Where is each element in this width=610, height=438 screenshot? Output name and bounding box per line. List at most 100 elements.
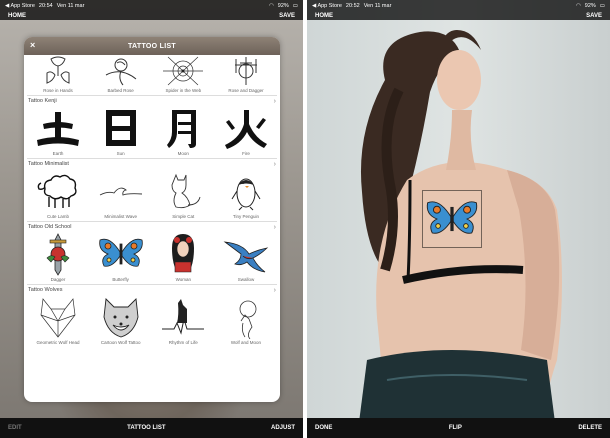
tattoo-item[interactable]: Simple Cat <box>152 169 214 221</box>
tattoo-row: Earth Sun Moon Fire <box>24 106 280 158</box>
kanji-sun-icon <box>105 110 136 146</box>
home-button[interactable]: HOME <box>8 13 26 19</box>
tattoo-item[interactable]: Tiny Penguin <box>215 169 277 221</box>
tattoo-row: Rose in Hands Barbed Rose Spider in the … <box>24 55 280 95</box>
status-bar: ◀ App Store 20:52 Ven 11 mar ◠ 92% ▭ <box>307 0 610 11</box>
tattoo-label: Wolf and Moon <box>230 340 262 345</box>
category-header-wolves[interactable]: Tattoo Wolves › <box>24 285 280 295</box>
status-time: 20:52 <box>345 2 360 9</box>
tattoo-item[interactable]: Dagger <box>27 232 89 284</box>
tattoo-label: Rose and Dagger <box>228 88 264 93</box>
chevron-right-icon: › <box>273 160 276 168</box>
butterfly-icon <box>98 238 143 267</box>
done-button[interactable]: DONE <box>315 425 332 431</box>
chevron-right-icon: › <box>273 97 276 105</box>
chevron-right-icon: › <box>273 223 276 231</box>
tattoo-list-panel: × TATTOO LIST Rose in Hands Barbed Rose … <box>24 37 280 402</box>
tattoo-label: Minimalist Wave <box>104 214 137 219</box>
tattoo-item[interactable]: Spider in the Web <box>152 55 214 95</box>
right-screen: ◀ App Store 20:52 Ven 11 mar ◠ 92% ▭ HOME SA… <box>307 0 610 438</box>
tattoo-item[interactable]: Fire <box>215 106 277 158</box>
back-to-app-store[interactable]: ◀ App Store <box>5 3 35 9</box>
tattoo-item[interactable]: Sun <box>90 106 152 158</box>
tattoo-label: Rhythm of Life <box>168 340 198 345</box>
rose-in-hands-icon <box>46 56 70 84</box>
status-date: Ven 11 mar <box>56 2 85 9</box>
top-bar: HOME SAVE <box>0 11 303 20</box>
tattoo-item[interactable]: Rose and Dagger <box>215 55 277 95</box>
tattoo-item[interactable]: Swallow <box>215 232 277 284</box>
save-button[interactable]: SAVE <box>279 13 295 19</box>
tattoo-overlay[interactable] <box>422 190 482 248</box>
tattoo-item[interactable]: Earth <box>27 106 89 158</box>
panel-header: × TATTOO LIST <box>24 37 280 55</box>
tattoo-label: Fire <box>242 151 250 156</box>
category-header-kenji[interactable]: Tattoo Kenji › <box>24 96 280 106</box>
tattoo-label: Barbed Rose <box>107 88 134 93</box>
tattoo-item[interactable]: Woman <box>152 232 214 284</box>
tattoo-label: Dagger <box>50 277 66 282</box>
tattoo-item[interactable]: Minimalist Wave <box>90 169 152 221</box>
adjust-button[interactable]: ADJUST <box>271 425 295 431</box>
tattoo-label: Spider in the Web <box>165 88 202 93</box>
category-header-old-school[interactable]: Tattoo Old School › <box>24 222 280 232</box>
save-button[interactable]: SAVE <box>586 13 602 19</box>
woman-icon <box>172 234 195 273</box>
tattoo-item[interactable]: Rose in Hands <box>27 55 89 95</box>
wifi-icon: ◠ <box>575 2 581 9</box>
tattoo-item[interactable]: Moon <box>152 106 214 158</box>
wave-icon <box>99 187 142 196</box>
battery-icon: ▭ <box>292 2 298 9</box>
left-screen: ◀ App Store 20:54 Ven 11 mar ◠ 92% ▭ HOME SA… <box>0 0 303 438</box>
tattoo-list-button[interactable]: TATTOO LIST <box>127 425 165 431</box>
tattoo-row: Cute Lamb Minimalist Wave Simple Cat Tin… <box>24 169 280 221</box>
tattoo-label: Cartoon Wolf Tattoo <box>100 340 141 345</box>
home-button[interactable]: HOME <box>315 13 333 19</box>
penguin-icon <box>231 178 261 211</box>
kanji-moon-icon <box>167 110 197 148</box>
spider-web-icon <box>163 56 204 86</box>
lamb-icon <box>37 174 77 208</box>
tattoo-item[interactable]: Cute Lamb <box>27 169 89 221</box>
tattoo-row: Dagger Butterfly Woman Swallow <box>24 232 280 284</box>
cartoon-wolf-icon <box>103 298 139 338</box>
flip-button[interactable]: FLIP <box>449 425 462 431</box>
tattoo-item[interactable]: Geometric Wolf Head <box>27 295 89 347</box>
tattoo-label: Earth <box>52 151 64 156</box>
delete-button[interactable]: DELETE <box>578 425 602 431</box>
rose-and-dagger-icon <box>234 57 257 85</box>
tattoo-item[interactable]: Cartoon Wolf Tattoo <box>90 295 152 347</box>
wifi-icon: ◠ <box>268 2 274 9</box>
battery-level: 92% <box>277 2 289 9</box>
chevron-right-icon: › <box>273 286 276 294</box>
tattoo-label: Simple Cat <box>172 214 195 219</box>
tattoo-label: Swallow <box>237 277 255 282</box>
category-header-minimalist[interactable]: Tattoo Minimalist › <box>24 159 280 169</box>
battery-level: 92% <box>584 2 596 9</box>
tattoo-item[interactable]: Butterfly <box>90 232 152 284</box>
back-to-app-store[interactable]: ◀ App Store <box>312 3 342 9</box>
model-photo <box>307 0 610 438</box>
geometric-wolf-icon <box>40 298 76 338</box>
tattoo-item[interactable]: Barbed Rose <box>90 55 152 95</box>
tattoo-label: Geometric Wolf Head <box>36 340 80 345</box>
tattoo-label: Woman <box>175 277 192 282</box>
top-bar: HOME SAVE <box>307 11 610 20</box>
status-bar: ◀ App Store 20:54 Ven 11 mar ◠ 92% ▭ <box>0 0 303 11</box>
dagger-rose-icon <box>46 233 70 276</box>
kanji-fire-icon <box>224 110 267 149</box>
edit-button[interactable]: EDIT <box>8 425 22 431</box>
close-icon[interactable]: × <box>30 40 36 50</box>
category-title: Tattoo Wolves <box>28 287 63 293</box>
tattoo-item[interactable]: Wolf and Moon <box>215 295 277 347</box>
tattoo-item[interactable]: Rhythm of Life <box>152 295 214 347</box>
category-title: Tattoo Kenji <box>28 98 57 104</box>
rhythm-of-life-icon <box>162 299 205 335</box>
tattoo-label: Moon <box>177 151 189 156</box>
tattoo-row: Geometric Wolf Head Cartoon Wolf Tattoo … <box>24 295 280 347</box>
bottom-toolbar: EDIT TATTOO LIST ADJUST <box>0 418 303 438</box>
bottom-toolbar: DONE FLIP DELETE <box>307 418 610 438</box>
swallow-icon <box>223 241 269 273</box>
tattoo-label: Butterfly <box>112 277 129 282</box>
tattoo-label: Tiny Penguin <box>232 214 260 219</box>
